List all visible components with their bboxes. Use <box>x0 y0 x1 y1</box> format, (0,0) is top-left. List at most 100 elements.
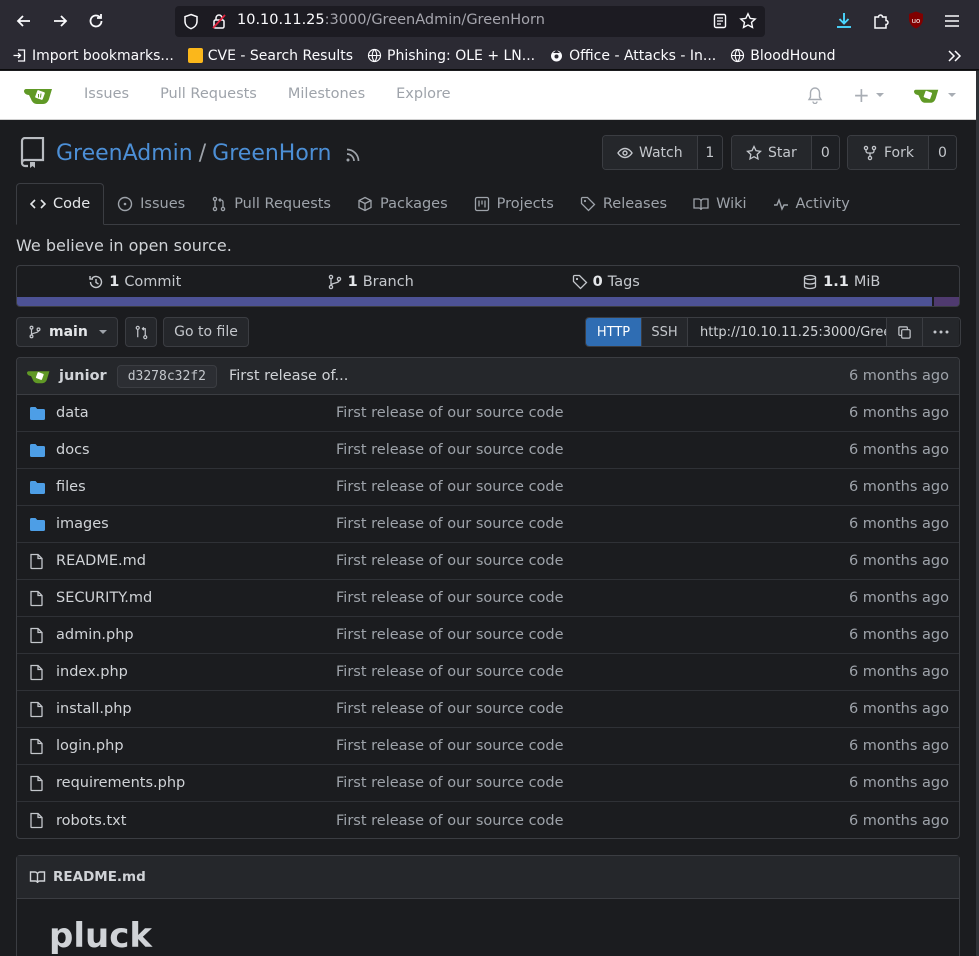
file-row[interactable]: index.php First release of our source cod… <box>17 654 959 691</box>
file-row[interactable]: requirements.php First release of our sou… <box>17 765 959 802</box>
file-name[interactable]: robots.txt <box>56 813 336 829</box>
file-commit-message[interactable]: First release of our source code <box>336 701 564 717</box>
fork-button[interactable]: Fork <box>848 136 929 169</box>
branch-selector[interactable]: main <box>16 317 118 347</box>
file-row[interactable]: data First release of our source code 6 mo… <box>17 395 959 432</box>
reload-button[interactable] <box>78 5 114 37</box>
forward-button[interactable] <box>42 5 78 37</box>
bookmark-phishing[interactable]: Phishing: OLE + LN... <box>367 48 535 64</box>
bookmark-cve[interactable]: CVE - Search Results <box>187 48 353 64</box>
tab-activity[interactable]: Activity <box>760 183 863 224</box>
star-button[interactable]: Star <box>732 136 812 169</box>
nav-explore[interactable]: Explore <box>396 86 450 102</box>
tab-projects[interactable]: Projects <box>461 183 567 224</box>
commit-sha[interactable]: d3278c32f2 <box>116 364 217 388</box>
commit-message[interactable]: First release of... <box>229 368 348 384</box>
file-name[interactable]: login.php <box>56 738 336 754</box>
file-commit-message[interactable]: First release of our source code <box>336 516 564 532</box>
ublock-icon[interactable]: uo <box>906 10 926 30</box>
file-commit-message[interactable]: First release of our source code <box>336 405 564 421</box>
file-row[interactable]: install.php First release of our source c… <box>17 691 959 728</box>
file-name[interactable]: data <box>56 405 336 421</box>
file-row[interactable]: docs First release of our source code 6 mo… <box>17 432 959 469</box>
tab-releases[interactable]: Releases <box>567 183 680 224</box>
nav-milestones[interactable]: Milestones <box>288 86 365 102</box>
file-commit-message[interactable]: First release of our source code <box>336 553 564 569</box>
file-commit-message[interactable]: First release of our source code <box>336 442 564 458</box>
watch-button-group[interactable]: Watch 1 <box>602 135 723 170</box>
star-count[interactable]: 0 <box>811 136 839 169</box>
file-name[interactable]: requirements.php <box>56 775 336 791</box>
file-commit-message[interactable]: First release of our source code <box>336 738 564 754</box>
bookmark-import[interactable]: Import bookmarks... <box>12 48 174 64</box>
tab-pull-requests[interactable]: Pull Requests <box>198 183 344 224</box>
file-row[interactable]: SECURITY.md First release of our source c… <box>17 580 959 617</box>
repo-owner-link[interactable]: GreenAdmin <box>56 141 193 166</box>
readme-filename[interactable]: README.md <box>53 869 146 885</box>
fork-count[interactable]: 0 <box>928 136 956 169</box>
notifications-bell-icon[interactable] <box>806 86 824 104</box>
rss-icon[interactable] <box>345 147 361 163</box>
back-button[interactable] <box>6 5 42 37</box>
nav-pull-requests[interactable]: Pull Requests <box>160 86 257 102</box>
tab-wiki[interactable]: Wiki <box>680 183 759 224</box>
file-row[interactable]: README.md First release of our source cod… <box>17 543 959 580</box>
file-name[interactable]: index.php <box>56 664 336 680</box>
file-commit-message[interactable]: First release of our source code <box>336 775 564 791</box>
user-menu[interactable] <box>914 85 956 105</box>
file-commit-message[interactable]: First release of our source code <box>336 627 564 643</box>
file-row[interactable]: images First release of our source code 6 … <box>17 506 959 543</box>
tab-issues[interactable]: Issues <box>104 183 198 224</box>
extensions-icon[interactable] <box>871 11 891 31</box>
file-row[interactable]: admin.php First release of our source cod… <box>17 617 959 654</box>
file-commit-message[interactable]: First release of our source code <box>336 813 564 829</box>
bookmark-bloodhound[interactable]: BloodHound <box>730 48 835 64</box>
url-bar[interactable]: 10.10.11.25:3000/GreenAdmin/GreenHorn <box>175 6 765 37</box>
commit-author[interactable]: junior <box>59 368 107 384</box>
tab-packages[interactable]: Packages <box>344 183 461 224</box>
file-name[interactable]: images <box>56 516 336 532</box>
file-commit-message[interactable]: First release of our source code <box>336 590 564 606</box>
language-bar-segment[interactable] <box>932 297 959 306</box>
clone-url-input[interactable]: http://10.10.11.25:3000/GreenAdmin/Green… <box>688 318 887 346</box>
downloads-icon[interactable] <box>834 11 854 31</box>
create-new-dropdown[interactable]: + <box>853 83 884 107</box>
http-button[interactable]: HTTP <box>586 318 642 346</box>
commits-stat[interactable]: 1 Commit <box>17 274 253 290</box>
watch-button[interactable]: Watch <box>603 136 698 169</box>
language-bar[interactable] <box>16 297 960 307</box>
branches-stat[interactable]: 1 Branch <box>253 274 489 290</box>
file-row[interactable]: login.php First release of our source cod… <box>17 728 959 765</box>
file-commit-message[interactable]: First release of our source code <box>336 664 564 680</box>
file-row[interactable]: robots.txt First release of our source co… <box>17 802 959 838</box>
file-commit-message[interactable]: First release of our source code <box>336 479 564 495</box>
bookmarks-overflow-icon[interactable] <box>947 49 963 63</box>
author-avatar-icon[interactable] <box>27 367 51 385</box>
menu-icon[interactable] <box>943 12 961 30</box>
file-name[interactable]: README.md <box>56 553 336 569</box>
file-name[interactable]: docs <box>56 442 336 458</box>
tab-code[interactable]: Code <box>16 183 105 225</box>
star-button-group[interactable]: Star 0 <box>731 135 840 170</box>
file-name[interactable]: files <box>56 479 336 495</box>
nav-issues[interactable]: Issues <box>84 86 129 102</box>
tags-stat[interactable]: 0 Tags <box>488 274 724 290</box>
fork-button-group[interactable]: Fork 0 <box>847 135 957 170</box>
compare-button[interactable] <box>125 317 157 347</box>
go-to-file-button[interactable]: Go to file <box>163 317 249 347</box>
repo-name-link[interactable]: GreenHorn <box>212 141 331 166</box>
copy-url-button[interactable] <box>887 318 923 346</box>
bookmark-star-icon[interactable] <box>739 12 757 30</box>
bookmark-office-attacks[interactable]: Office - Attacks - In... <box>549 48 716 64</box>
file-row[interactable]: files First release of our source code 6 m… <box>17 469 959 506</box>
file-name[interactable]: SECURITY.md <box>56 590 336 606</box>
watch-count[interactable]: 1 <box>697 136 722 169</box>
ssh-button[interactable]: SSH <box>642 318 688 346</box>
file-name[interactable]: install.php <box>56 701 336 717</box>
reader-view-icon[interactable] <box>712 13 728 29</box>
file-name[interactable]: admin.php <box>56 627 336 643</box>
shield-icon <box>184 13 198 30</box>
more-options-button[interactable] <box>923 318 959 346</box>
url-text[interactable]: 10.10.11.25:3000/GreenAdmin/GreenHorn <box>237 12 545 28</box>
gitea-logo[interactable] <box>24 84 54 110</box>
